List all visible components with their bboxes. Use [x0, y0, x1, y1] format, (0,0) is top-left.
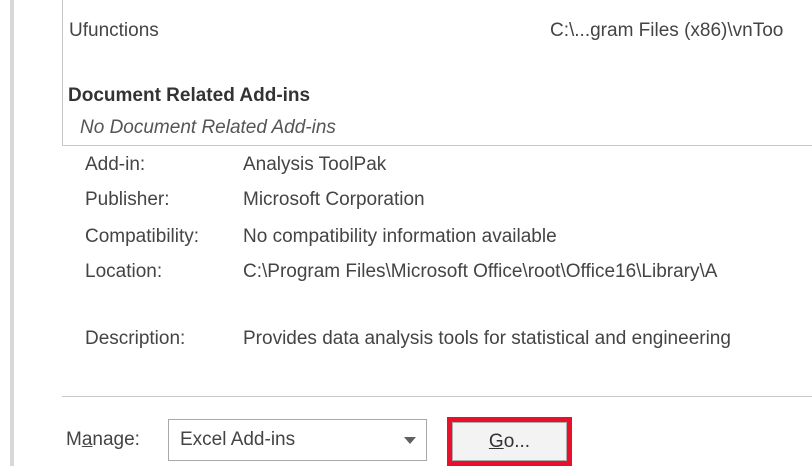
description-label: Description:: [85, 328, 186, 349]
publisher-label: Publisher:: [85, 189, 170, 210]
addins-list-border: [62, 0, 63, 146]
addin-row-ufunctions-location[interactable]: C:\...gram Files (x86)\vnToo: [550, 20, 783, 42]
description-value: Provides data analysis tools for statist…: [243, 328, 731, 349]
document-related-addins-header: Document Related Add-ins: [68, 85, 311, 106]
compatibility-value: No compatibility information available: [243, 226, 557, 247]
chevron-down-icon[interactable]: [404, 437, 416, 444]
clipped-list-row: · · · · · · · · · · · · · · · ·: [540, 0, 812, 4]
location-value: C:\Program Files\Microsoft Office\root\O…: [243, 261, 718, 282]
manage-label-access-key: a: [81, 429, 93, 450]
no-document-addins-note: No Document Related Add-ins: [80, 117, 336, 138]
addins-list-bottom-border: [62, 145, 812, 146]
manage-label-suffix: nage:: [92, 429, 140, 450]
manage-label-prefix: M: [66, 429, 82, 450]
manage-label: Manage:: [66, 429, 140, 451]
manage-select-value: Excel Add-ins: [180, 429, 296, 450]
manage-select[interactable]: Excel Add-ins: [168, 419, 427, 461]
location-label: Location:: [85, 261, 163, 282]
go-button-highlight-box: [447, 417, 572, 466]
addin-value: Analysis ToolPak: [243, 154, 387, 175]
compatibility-label: Compatibility:: [85, 226, 200, 247]
addin-row-ufunctions-name[interactable]: Ufunctions: [69, 20, 159, 42]
dialog-left-border: [10, 0, 14, 466]
addin-label: Add-in:: [85, 154, 146, 175]
excel-addins-dialog: · · · · · · · · · · · · · · · · Ufunctio…: [0, 0, 812, 466]
publisher-value: Microsoft Corporation: [243, 189, 425, 210]
footer-separator: [62, 396, 812, 397]
